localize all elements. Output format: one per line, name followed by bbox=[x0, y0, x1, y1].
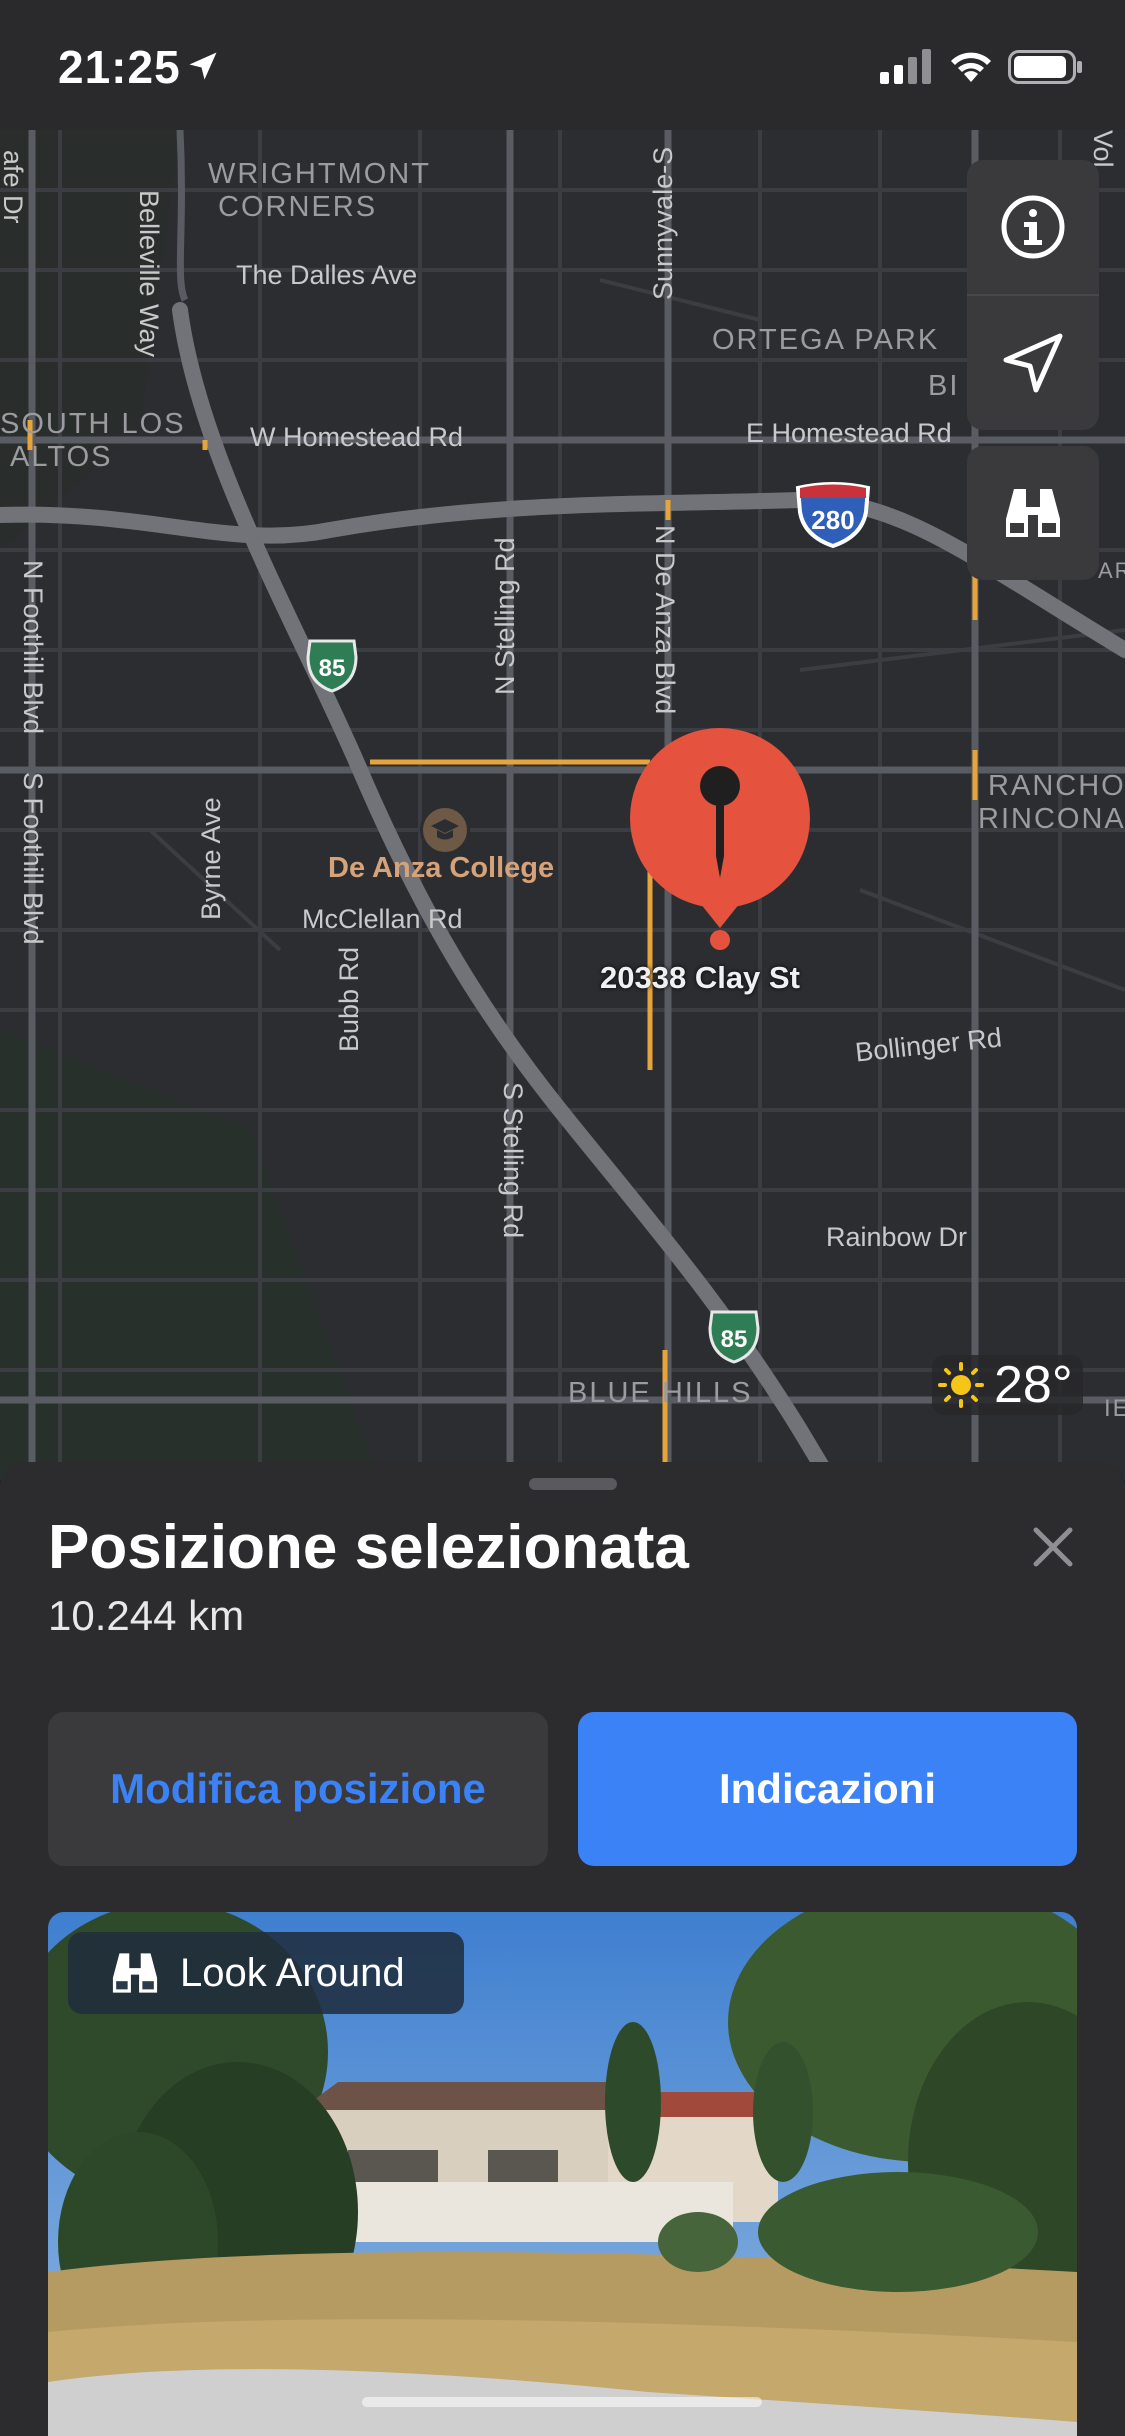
ca-85-bottom-label: 85 bbox=[721, 1326, 748, 1353]
street-label-sunnyvale: Sunnyvale-S bbox=[648, 146, 678, 300]
street-label-w-homestead: W Homestead Rd bbox=[250, 422, 464, 452]
ca-85-shield-bottom: 85 bbox=[708, 1310, 760, 1364]
ca-85-top-label: 85 bbox=[319, 655, 346, 682]
binoculars-icon bbox=[112, 1953, 158, 1993]
track-location-button[interactable] bbox=[967, 296, 1099, 430]
area-label-ar: AR bbox=[1098, 558, 1125, 583]
street-label-s-foothill: S Foothill Blvd bbox=[18, 772, 48, 945]
area-label-south-los-altos: SOUTH LOS ALTOS bbox=[0, 408, 186, 473]
map-view[interactable]: WRIGHTMONT CORNERS ORTEGA PARK SOUTH LOS… bbox=[0, 130, 1125, 1480]
area-label-bi: BI bbox=[928, 370, 960, 402]
close-icon[interactable] bbox=[1028, 1522, 1078, 1572]
street-label-n-de-anza: N De Anza Blvd bbox=[650, 525, 680, 715]
street-label-e-homestead: E Homestead Rd bbox=[746, 418, 952, 448]
weather-widget[interactable]: 28° bbox=[932, 1355, 1083, 1415]
look-around-badge[interactable]: Look Around bbox=[68, 1932, 464, 2014]
sun-icon bbox=[938, 1362, 984, 1408]
look-around-map-button[interactable] bbox=[967, 446, 1099, 580]
street-label-bubb: Bubb Rd bbox=[334, 946, 364, 1052]
street-label-n-foothill: N Foothill Blvd bbox=[18, 560, 48, 735]
area-label-blue-hills: BLUE HILLS bbox=[568, 1377, 753, 1409]
poi-de-anza-college[interactable]: De Anza College bbox=[328, 852, 554, 885]
weather-temperature: 28° bbox=[994, 1356, 1073, 1414]
info-button[interactable] bbox=[967, 160, 1099, 294]
street-label-byrne: Byrne Ave bbox=[196, 797, 226, 920]
street-label-the-dalles: The Dalles Ave bbox=[236, 260, 418, 290]
area-label-rancho-rinconada: RANCHORINCONAD bbox=[978, 770, 1125, 835]
map-roads bbox=[0, 130, 1125, 1480]
dropped-pin-icon[interactable] bbox=[628, 728, 812, 953]
area-label-ie: IE bbox=[1104, 1395, 1125, 1422]
place-card-sheet: Posizione selezionata 10.244 km Modifica… bbox=[0, 1462, 1125, 2436]
place-distance: 10.244 km bbox=[48, 1592, 245, 1639]
status-time: 21:25 bbox=[58, 41, 181, 93]
map-controls bbox=[967, 160, 1099, 430]
wifi-icon bbox=[951, 52, 991, 82]
directions-button[interactable]: Indicazioni bbox=[578, 1712, 1077, 1866]
home-indicator[interactable] bbox=[362, 2397, 762, 2407]
street-label-n-stelling: N Stelling Rd bbox=[490, 537, 520, 695]
location-services-icon bbox=[189, 52, 217, 80]
street-label-afe-dr: afe Dr bbox=[0, 150, 28, 224]
street-label-mcclellan: McClellan Rd bbox=[302, 904, 463, 934]
edit-location-button[interactable]: Modifica posizione bbox=[48, 1712, 548, 1866]
interstate-280-shield: 280 bbox=[795, 482, 871, 548]
place-title: Posizione selezionata bbox=[48, 1513, 689, 1582]
interstate-280-label: 280 bbox=[811, 505, 854, 535]
area-label-wrightmont: WRIGHTMONT CORNERS bbox=[208, 158, 431, 223]
location-arrow-icon bbox=[1003, 333, 1063, 393]
info-icon bbox=[1001, 195, 1065, 259]
street-label-belleville: Belleville Way bbox=[134, 190, 164, 358]
pin-address-label: 20338 Clay St bbox=[600, 960, 800, 995]
area-label-ortega-park: ORTEGA PARK bbox=[712, 324, 940, 356]
look-around-preview[interactable]: Look Around bbox=[48, 1912, 1077, 2436]
cellular-signal-icon bbox=[880, 49, 931, 84]
street-label-rainbow: Rainbow Dr bbox=[826, 1222, 968, 1252]
battery-icon bbox=[1008, 50, 1082, 84]
look-around-label: Look Around bbox=[180, 1950, 405, 1995]
graduation-cap-icon[interactable] bbox=[420, 805, 470, 855]
status-bar: 21:25 bbox=[0, 0, 1125, 130]
ca-85-shield-top: 85 bbox=[306, 639, 358, 693]
binoculars-icon bbox=[1006, 489, 1060, 537]
street-label-s-stelling: S Stelling Rd bbox=[498, 1082, 528, 1239]
sheet-grabber[interactable] bbox=[529, 1478, 617, 1490]
